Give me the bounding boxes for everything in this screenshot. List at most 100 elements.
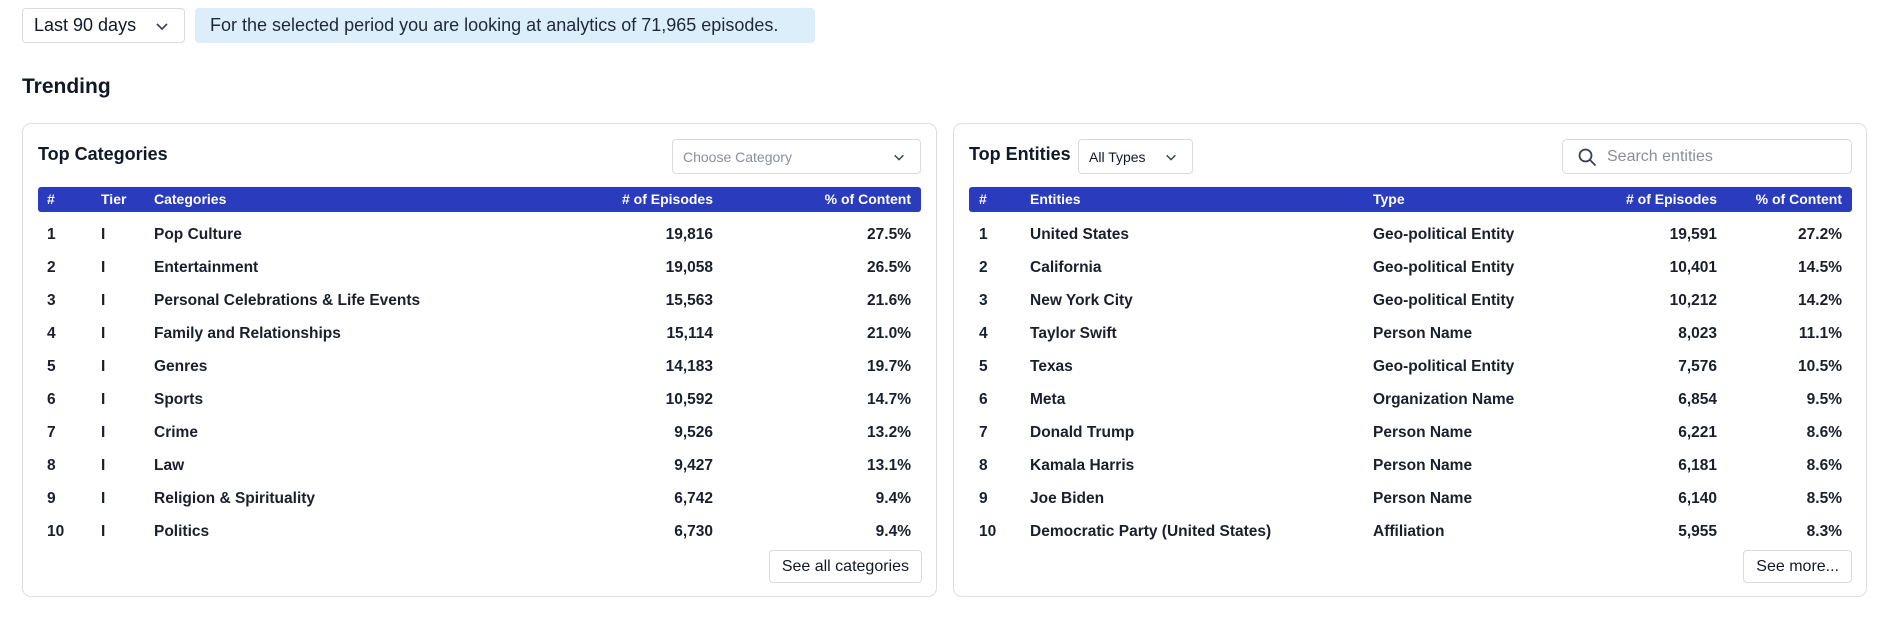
row-rank: 7 — [47, 424, 56, 441]
row-percent: 13.1% — [867, 457, 911, 474]
info-banner: For the selected period you are looking … — [195, 8, 815, 43]
row-rank: 3 — [979, 292, 988, 309]
chevron-down-icon — [894, 154, 904, 161]
row-entity-type: Person Name — [1373, 490, 1473, 507]
table-row[interactable]: 3 I Personal Celebrations & Life Events 15,… — [38, 284, 921, 317]
see-all-categories-button[interactable]: See all categories — [768, 550, 922, 583]
row-entity-type: Person Name — [1373, 457, 1473, 474]
row-category-name: Entertainment — [154, 259, 259, 276]
row-rank: 2 — [47, 259, 56, 276]
row-entity-name: Taylor Swift — [1030, 325, 1117, 342]
entity-search-input[interactable] — [1607, 147, 1827, 166]
row-rank: 4 — [47, 325, 56, 342]
row-category-name: Genres — [154, 358, 208, 375]
row-tier: I — [101, 523, 106, 540]
row-episodes: 19,816 — [665, 226, 713, 243]
column-header-percent[interactable]: % of Content — [825, 187, 911, 212]
row-percent: 8.6% — [1806, 457, 1842, 474]
row-episodes: 15,114 — [666, 325, 713, 342]
row-percent: 21.6% — [867, 292, 911, 309]
table-row[interactable]: 4 Taylor Swift Person Name 8,023 11.1% — [969, 317, 1852, 350]
table-row[interactable]: 6 I Sports 10,592 14.7% — [38, 383, 921, 416]
row-episodes: 10,212 — [1669, 292, 1717, 309]
column-header-episodes[interactable]: # of Episodes — [622, 187, 713, 212]
entity-search-box[interactable] — [1562, 139, 1852, 174]
row-percent: 19.7% — [867, 358, 911, 375]
column-header-percent[interactable]: % of Content — [1756, 187, 1842, 212]
row-percent: 27.2% — [1798, 226, 1842, 243]
chevron-down-icon — [156, 23, 168, 31]
row-tier: I — [101, 325, 106, 342]
column-header-rank[interactable]: # — [47, 187, 55, 212]
row-category-name: Law — [154, 457, 185, 474]
row-percent: 8.3% — [1806, 523, 1842, 540]
row-entity-type: Organization Name — [1373, 391, 1515, 408]
table-row[interactable]: 8 Kamala Harris Person Name 6,181 8.6% — [969, 449, 1852, 482]
search-icon — [1578, 148, 1596, 166]
row-rank: 8 — [979, 457, 988, 474]
row-episodes: 8,023 — [1678, 325, 1717, 342]
table-row[interactable]: 5 I Genres 14,183 19.7% — [38, 350, 921, 383]
entity-type-select[interactable]: All Types — [1078, 139, 1193, 174]
row-rank: 5 — [47, 358, 56, 375]
row-episodes: 10,401 — [1669, 259, 1717, 276]
row-rank: 10 — [979, 523, 997, 540]
row-rank: 7 — [979, 424, 988, 441]
table-row[interactable]: 9 Joe Biden Person Name 6,140 8.5% — [969, 482, 1852, 515]
table-row[interactable]: 7 I Crime 9,526 13.2% — [38, 416, 921, 449]
table-row[interactable]: 1 United States Geo-political Entity 19,591… — [969, 218, 1852, 251]
panel-title: Top Entities — [969, 144, 1071, 164]
row-rank: 10 — [47, 523, 65, 540]
table-row[interactable]: 1 I Pop Culture 19,816 27.5% — [38, 218, 921, 251]
see-more-entities-button[interactable]: See more... — [1743, 550, 1852, 583]
table-row[interactable]: 9 I Religion & Spirituality 6,742 9.4% — [38, 482, 921, 515]
row-episodes: 7,576 — [1678, 358, 1717, 375]
row-episodes: 15,563 — [665, 292, 713, 309]
category-select[interactable]: Choose Category — [672, 139, 921, 174]
table-row[interactable]: 2 I Entertainment 19,058 26.5% — [38, 251, 921, 284]
table-row[interactable]: 3 New York City Geo-political Entity 10,212… — [969, 284, 1852, 317]
column-header-entities[interactable]: Entities — [1030, 187, 1081, 212]
table-row[interactable]: 4 I Family and Relationships 15,114 21.0% — [38, 317, 921, 350]
row-episodes: 19,591 — [1669, 226, 1717, 243]
category-select-placeholder: Choose Category — [683, 148, 792, 165]
column-header-type[interactable]: Type — [1373, 187, 1405, 212]
table-row[interactable]: 5 Texas Geo-political Entity 7,576 10.5% — [969, 350, 1852, 383]
table-row[interactable]: 6 Meta Organization Name 6,854 9.5% — [969, 383, 1852, 416]
row-entity-type: Affiliation — [1373, 523, 1445, 540]
row-entity-type: Geo-political Entity — [1373, 358, 1515, 375]
row-category-name: Religion & Spirituality — [154, 490, 316, 507]
column-header-rank[interactable]: # — [979, 187, 987, 212]
period-dropdown[interactable]: Last 90 days — [22, 8, 185, 43]
chevron-down-icon — [1166, 154, 1176, 161]
row-rank: 8 — [47, 457, 56, 474]
panel-title: Top Categories — [38, 144, 168, 164]
row-entity-name: California — [1030, 259, 1102, 276]
table-row[interactable]: 8 I Law 9,427 13.1% — [38, 449, 921, 482]
table-row[interactable]: 2 California Geo-political Entity 10,401 14.… — [969, 251, 1852, 284]
column-header-tier[interactable]: Tier — [101, 187, 126, 212]
row-rank: 1 — [47, 226, 56, 243]
row-percent: 26.5% — [867, 259, 911, 276]
table-row[interactable]: 10 I Politics 6,730 9.4% — [38, 515, 921, 548]
row-tier: I — [101, 226, 106, 243]
row-episodes: 6,730 — [674, 523, 713, 540]
row-percent: 21.0% — [867, 325, 911, 342]
row-episodes: 19,058 — [665, 259, 713, 276]
row-episodes: 14,183 — [665, 358, 713, 375]
table-row[interactable]: 10 Democratic Party (United States) Affili… — [969, 515, 1852, 548]
info-banner-text: For the selected period you are looking … — [210, 15, 779, 35]
row-entity-name: Joe Biden — [1030, 490, 1105, 507]
row-rank: 6 — [47, 391, 56, 408]
row-tier: I — [101, 490, 106, 507]
table-row[interactable]: 7 Donald Trump Person Name 6,221 8.6% — [969, 416, 1852, 449]
row-entity-name: United States — [1030, 226, 1130, 243]
row-tier: I — [101, 259, 106, 276]
row-entity-type: Person Name — [1373, 424, 1473, 441]
row-rank: 4 — [979, 325, 988, 342]
column-header-episodes[interactable]: # of Episodes — [1626, 187, 1717, 212]
row-entity-name: Democratic Party (United States) — [1030, 523, 1272, 540]
row-tier: I — [101, 457, 106, 474]
categories-table-body: 1 I Pop Culture 19,816 27.5% 2 I Entertainment 1… — [38, 218, 921, 548]
column-header-categories[interactable]: Categories — [154, 187, 226, 212]
